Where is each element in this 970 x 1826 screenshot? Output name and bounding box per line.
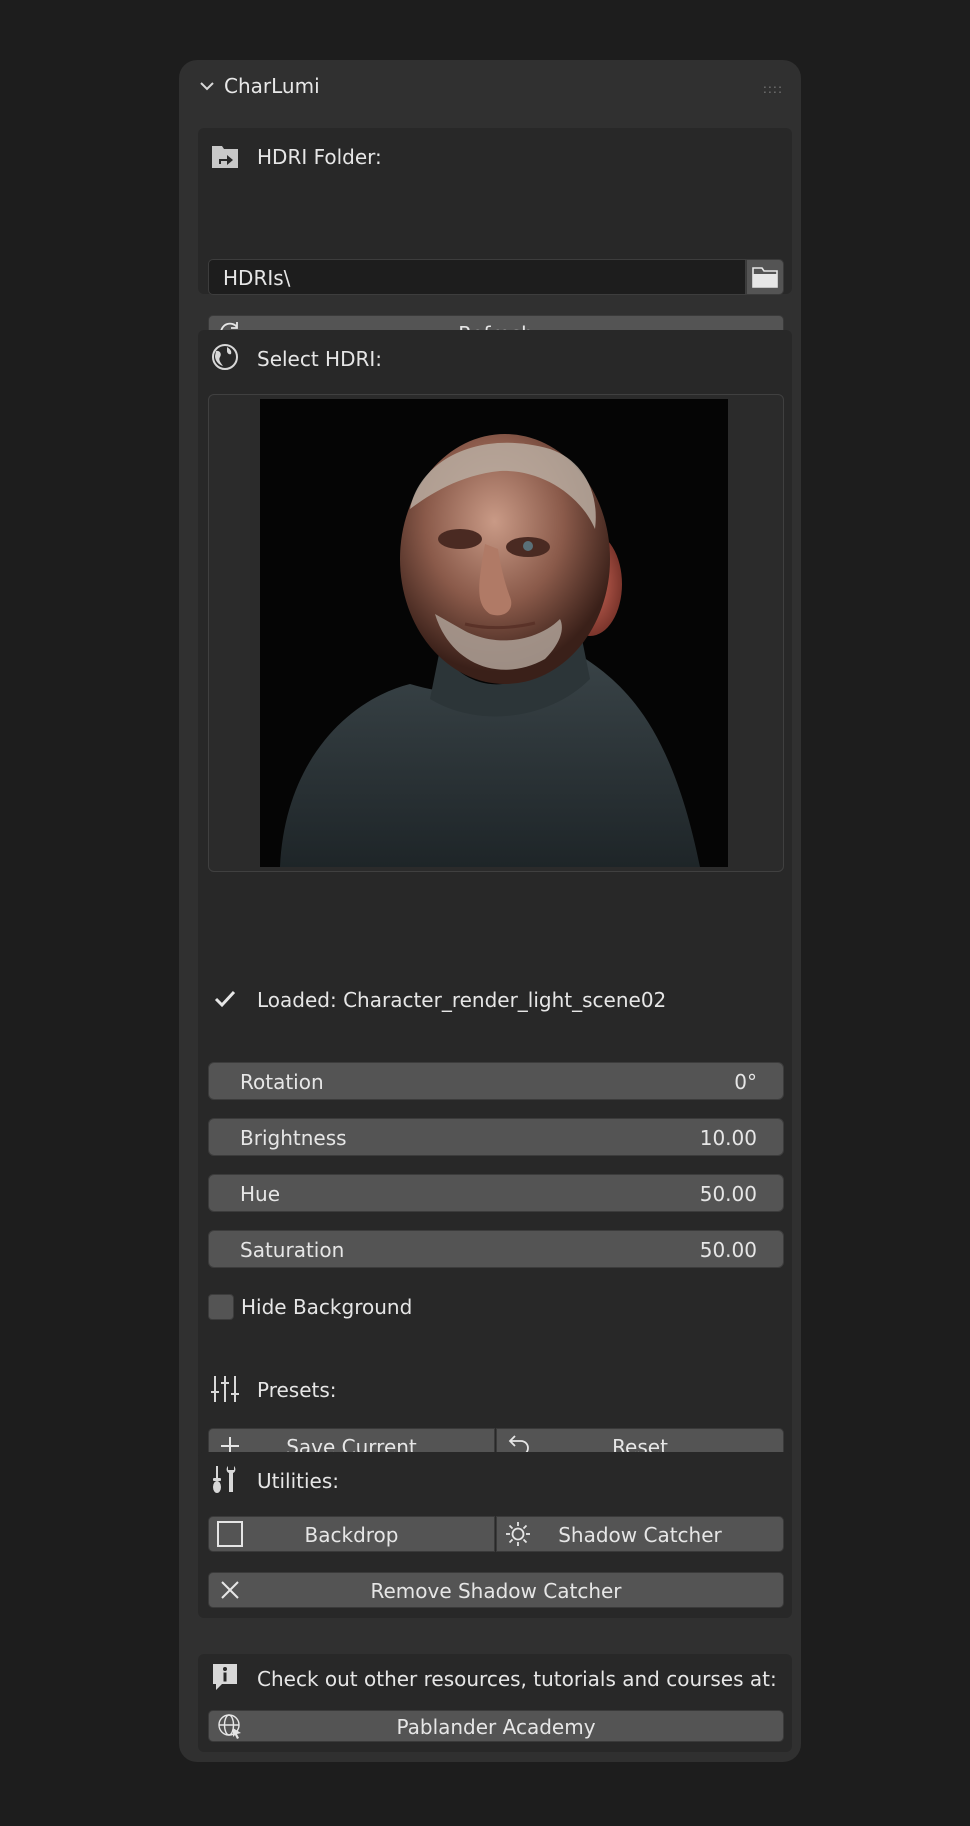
drag-handle-icon[interactable]: ::::	[763, 82, 783, 96]
hue-label: Hue	[240, 1182, 281, 1206]
hdri-preview-image	[260, 399, 728, 867]
utilities-heading: Utilities:	[257, 1469, 340, 1493]
browse-folder-button[interactable]	[746, 259, 784, 295]
hue-value: 50.00	[699, 1182, 757, 1206]
shadow-catcher-button[interactable]: Shadow Catcher	[496, 1516, 784, 1552]
brightness-slider[interactable]: Brightness 10.00	[208, 1118, 784, 1156]
backdrop-button[interactable]: Backdrop	[208, 1516, 495, 1552]
remove-shadow-catcher-label: Remove Shadow Catcher	[370, 1579, 622, 1603]
remove-shadow-catcher-button[interactable]: Remove Shadow Catcher	[208, 1572, 784, 1608]
utilities-section: Utilities: Backdrop Shadow Catcher Remov…	[198, 1452, 792, 1618]
panel-title: CharLumi	[224, 74, 320, 98]
resources-section: Check out other resources, tutorials and…	[198, 1654, 792, 1752]
backdrop-label: Backdrop	[304, 1523, 399, 1547]
folder-icon	[752, 267, 778, 288]
panel-header[interactable]: CharLumi ::::	[179, 60, 801, 112]
world-icon	[212, 344, 238, 370]
rotation-value: 0°	[734, 1070, 757, 1094]
pablander-academy-label: Pablander Academy	[396, 1715, 596, 1739]
saturation-value: 50.00	[699, 1238, 757, 1262]
charlumi-panel: CharLumi :::: HDRI Folder: HDRIs\ Ref	[179, 60, 801, 1762]
character-portrait-image	[260, 399, 728, 867]
brightness-label: Brightness	[240, 1126, 347, 1150]
select-hdri-section: Select HDRI: Loaded: Character_render_li…	[198, 330, 792, 1478]
shadow-catcher-label: Shadow Catcher	[558, 1523, 722, 1547]
hdri-folder-path-input[interactable]: HDRIs\	[208, 259, 746, 295]
checkmark-icon	[214, 990, 236, 1008]
sliders-icon	[211, 1376, 239, 1402]
folder-import-icon	[212, 146, 238, 168]
rotation-slider[interactable]: Rotation 0°	[208, 1062, 784, 1100]
saturation-slider[interactable]: Saturation 50.00	[208, 1230, 784, 1268]
chevron-down-icon[interactable]	[199, 78, 215, 94]
hdri-folder-section: HDRI Folder: HDRIs\ Refresh	[198, 128, 792, 351]
resources-text: Check out other resources, tutorials and…	[257, 1667, 777, 1691]
hdri-preview-tile[interactable]	[208, 394, 784, 872]
hdri-folder-heading: HDRI Folder:	[257, 145, 382, 169]
rotation-label: Rotation	[240, 1070, 324, 1094]
info-icon	[213, 1664, 237, 1690]
brightness-value: 10.00	[699, 1126, 757, 1150]
saturation-label: Saturation	[240, 1238, 345, 1262]
presets-heading: Presets:	[257, 1378, 337, 1402]
hue-slider[interactable]: Hue 50.00	[208, 1174, 784, 1212]
hide-background-checkbox[interactable]	[208, 1294, 234, 1320]
hide-background-label[interactable]: Hide Background	[241, 1295, 412, 1319]
select-hdri-heading: Select HDRI:	[257, 347, 383, 371]
tools-icon	[213, 1466, 236, 1493]
pablander-academy-link[interactable]: Pablander Academy	[208, 1710, 784, 1742]
loaded-status-text: Loaded: Character_render_light_scene02	[257, 988, 667, 1012]
hdri-folder-path-value: HDRIs\	[223, 266, 291, 290]
